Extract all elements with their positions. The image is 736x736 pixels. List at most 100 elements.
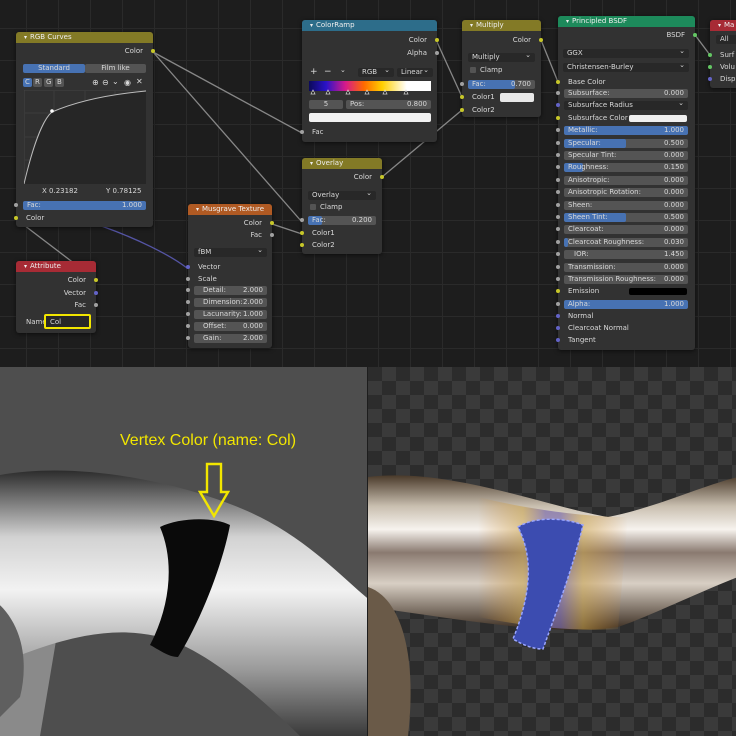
stop-index-field[interactable]: 5 [309, 100, 343, 109]
input-displacement-socket[interactable] [708, 77, 712, 81]
input-fac-socket[interactable] [14, 203, 18, 207]
color-ramp-gradient[interactable] [309, 81, 431, 95]
distribution-dropdown[interactable]: GGX [563, 47, 689, 58]
input-detail-socket[interactable] [186, 288, 190, 292]
position-field[interactable]: Pos: 0.800 [346, 100, 431, 109]
node-editor[interactable]: RGB Curves Color Standard Film like C R … [0, 0, 736, 367]
bsdf-field[interactable]: Metallic: 1.000 [564, 126, 688, 136]
input-surface-socket[interactable] [708, 53, 712, 57]
name-input[interactable]: Col [44, 314, 91, 329]
bsdf-field[interactable]: Transmission Roughness: 0.000 [564, 275, 688, 284]
input-fac-socket[interactable] [460, 82, 464, 86]
clamp-checkbox[interactable] [470, 67, 476, 73]
output-color-socket[interactable] [380, 175, 384, 179]
node-principled-bsdf[interactable]: Principled BSDF BSDF GGX Christensen-Bur… [556, 16, 697, 350]
color1-swatch[interactable] [500, 93, 534, 102]
bsdf-field[interactable]: IOR: 1.450 [564, 250, 688, 260]
fac-field[interactable]: Fac: 0.200 [308, 216, 376, 225]
bsdf-field[interactable]: Subsurface Color [564, 113, 688, 123]
channel-b[interactable]: B [55, 78, 64, 87]
input-socket[interactable] [556, 202, 560, 207]
input-socket[interactable] [556, 140, 560, 145]
input-socket[interactable] [556, 301, 560, 306]
input-tangent-socket[interactable] [556, 338, 560, 342]
input-fac-socket[interactable] [300, 218, 304, 222]
clamp-checkbox[interactable] [310, 204, 316, 210]
output-fac-socket[interactable] [94, 303, 98, 307]
stop-color-swatch[interactable] [309, 113, 431, 122]
fac-field[interactable]: Fac: 0.700 [468, 80, 535, 89]
channel-c[interactable]: C [23, 78, 32, 87]
add-stop-icon[interactable]: + [310, 67, 318, 77]
node-overlay[interactable]: Overlay Color Overlay Clamp Fac: 0.200 Co… [300, 158, 384, 254]
output-color-socket[interactable] [151, 49, 155, 53]
input-socket[interactable] [556, 128, 560, 133]
chevron-down-icon[interactable]: ⌄ [340, 66, 346, 74]
bsdf-field[interactable]: Alpha: 1.000 [564, 299, 688, 309]
bsdf-field[interactable]: Anisotropic: 0.000 [564, 175, 688, 185]
node-title[interactable]: Musgrave Texture [188, 204, 272, 215]
node-multiply[interactable]: Multiply Color Multiply Clamp Fac:0.700 … [460, 20, 543, 117]
fac-field[interactable]: Fac: 1.000 [23, 201, 146, 210]
input-socket[interactable] [556, 115, 560, 120]
bsdf-field[interactable]: Subsurface: 0.000 [564, 89, 688, 98]
channel-g[interactable]: G [44, 78, 53, 87]
clip-icon[interactable]: ◉ [124, 78, 131, 87]
input-scale-socket[interactable] [186, 277, 190, 281]
input-clearcoat-normal-socket[interactable] [556, 326, 560, 330]
input-socket[interactable] [556, 239, 560, 244]
input-vector-socket[interactable] [186, 265, 190, 269]
input-socket[interactable] [556, 103, 560, 108]
remove-stop-icon[interactable]: − [324, 67, 332, 77]
input-dimension-socket[interactable] [186, 300, 190, 304]
input-socket[interactable] [556, 227, 560, 232]
reset-close-icon[interactable]: ✕ [136, 77, 143, 86]
node-title[interactable]: Attribute [16, 261, 96, 272]
bsdf-field[interactable]: Roughness: 0.150 [564, 163, 688, 173]
color-mode-dropdown[interactable]: RGB [358, 66, 394, 77]
node-rgb-curves[interactable]: RGB Curves Color Standard Film like C R … [14, 32, 155, 227]
node-title[interactable]: Multiply [462, 20, 541, 31]
subsurface-method-dropdown[interactable]: Christensen-Burley [563, 61, 689, 72]
zoom-out-icon[interactable]: ⊖ [102, 78, 109, 87]
input-normal-socket[interactable] [556, 314, 560, 318]
bsdf-field[interactable]: Clearcoat: 0.000 [564, 225, 688, 235]
output-color-socket[interactable] [270, 221, 274, 225]
blend-mode-dropdown[interactable]: Multiply [468, 51, 535, 62]
detail-field[interactable]: Detail: 2.000 [194, 286, 267, 295]
viewport-vertex-paint[interactable]: Vertex Color (name: Col) [0, 367, 367, 736]
node-title[interactable]: Ma [710, 20, 736, 31]
input-fac-socket[interactable] [300, 130, 304, 134]
node-title[interactable]: RGB Curves [16, 32, 153, 43]
node-attribute[interactable]: Attribute Color Vector Fac Name Col [16, 261, 98, 333]
output-color-socket[interactable] [435, 38, 439, 42]
color-swatch[interactable] [629, 288, 687, 296]
bsdf-field[interactable]: Subsurface Radius [564, 99, 688, 111]
node-title[interactable]: Overlay [302, 158, 382, 169]
node-colorramp[interactable]: ColorRamp Color Alpha + − ⌄ RGB Linear 5… [300, 20, 439, 142]
input-base-color-socket[interactable] [556, 80, 560, 84]
viewport-render[interactable] [368, 367, 736, 736]
output-fac-socket[interactable] [270, 233, 274, 237]
input-lacunarity-socket[interactable] [186, 312, 190, 316]
input-gain-socket[interactable] [186, 336, 190, 340]
curve-graph[interactable] [24, 90, 146, 184]
output-alpha-socket[interactable] [435, 51, 439, 55]
tools-icon[interactable]: ⌄ [112, 77, 119, 86]
musgrave-type-dropdown[interactable]: fBM [194, 246, 267, 257]
input-color-socket[interactable] [14, 216, 18, 220]
input-socket[interactable] [556, 277, 560, 281]
input-socket[interactable] [556, 215, 560, 219]
blend-mode-dropdown[interactable]: Overlay [308, 189, 376, 200]
color-swatch[interactable] [629, 114, 687, 122]
bsdf-field[interactable]: Specular: 0.500 [564, 138, 688, 148]
lacunarity-field[interactable]: Lacunarity: 1.000 [194, 310, 267, 319]
tab-film-like[interactable]: Film like [85, 64, 146, 73]
channel-r[interactable]: R [33, 78, 42, 87]
input-color2-socket[interactable] [460, 108, 464, 112]
input-socket[interactable] [556, 177, 560, 182]
input-color1-socket[interactable] [460, 95, 464, 99]
input-volume-socket[interactable] [708, 65, 712, 69]
output-vector-socket[interactable] [94, 291, 98, 295]
tab-standard[interactable]: Standard [23, 64, 85, 73]
